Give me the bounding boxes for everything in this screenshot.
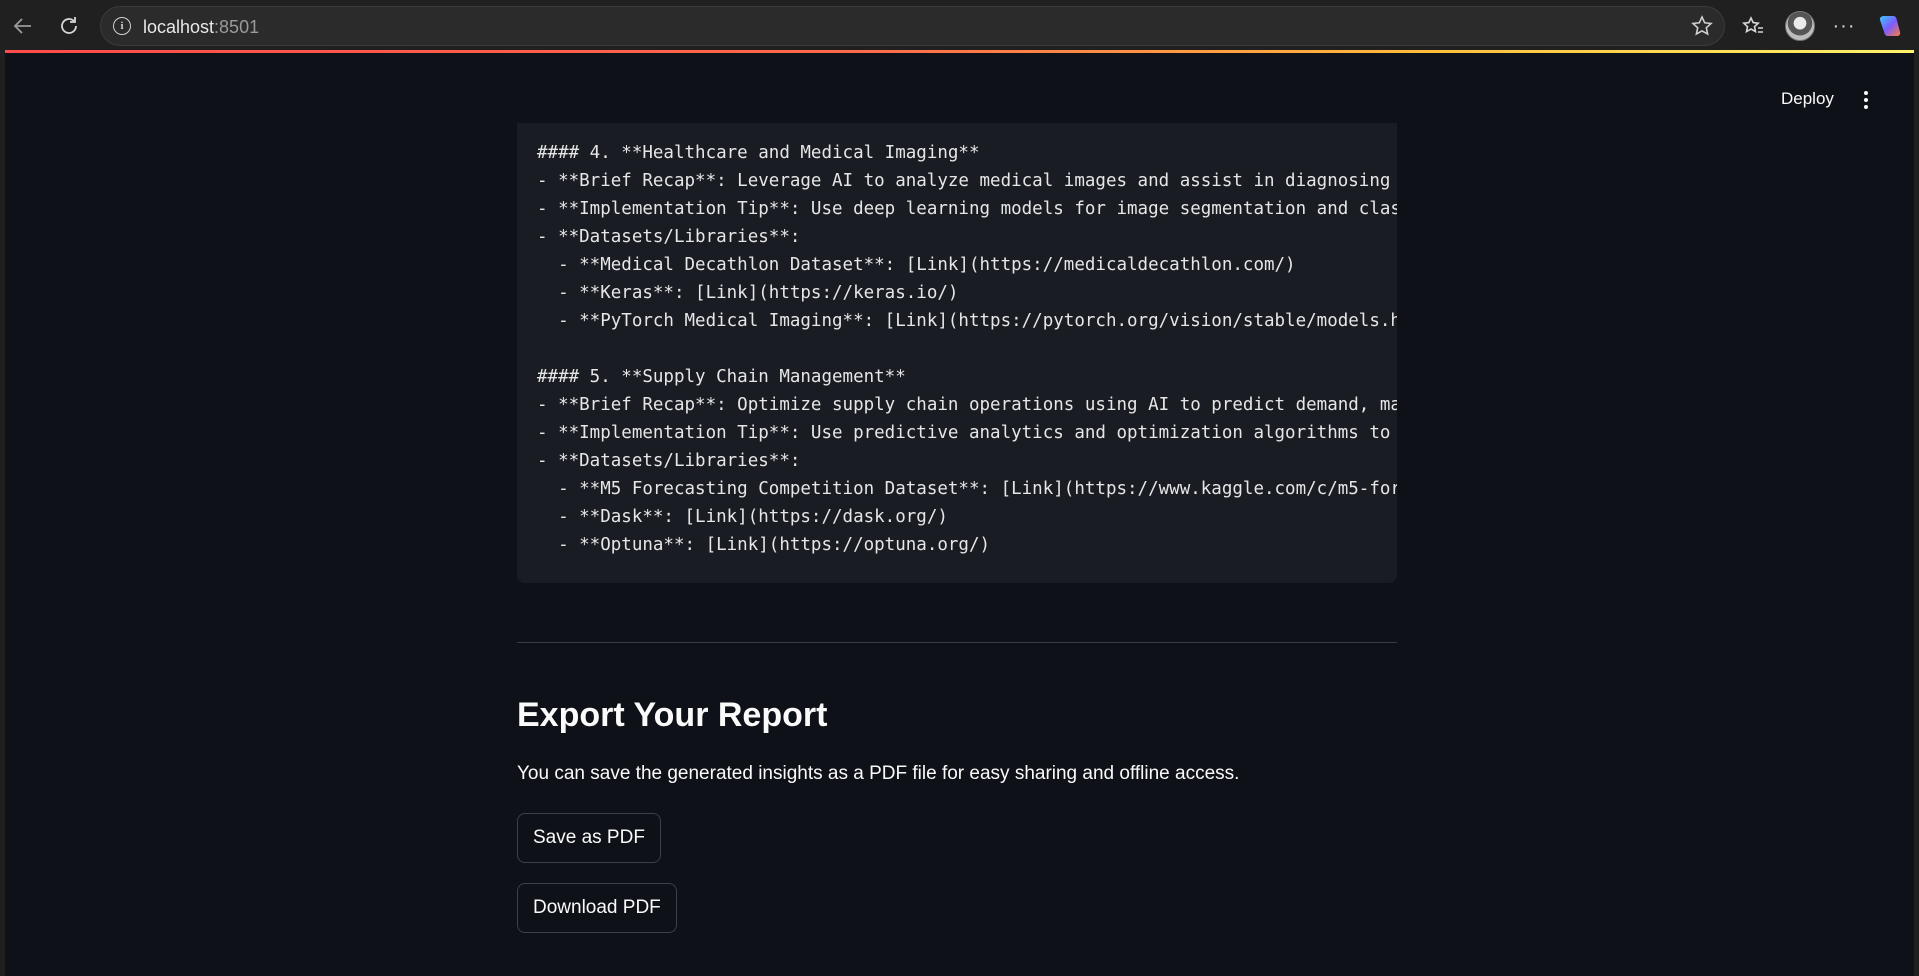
more-options-icon[interactable]: ··· — [1828, 10, 1860, 42]
code-line: - **Optuna**: [Link](https://optuna.org/… — [537, 535, 991, 555]
arrow-left-icon — [13, 18, 31, 34]
back-button[interactable] — [7, 10, 39, 42]
address-bar[interactable]: i localhost:8501 — [100, 6, 1725, 46]
profile-avatar[interactable] — [1784, 10, 1816, 42]
code-line: - **PyTorch Medical Imaging**: [Link](ht… — [537, 311, 1397, 331]
code-line: - **Implementation Tip**: Use deep learn… — [537, 199, 1397, 219]
app-main: Deploy #### 4. **Healthcare and Medical … — [5, 53, 1914, 976]
site-info-icon[interactable]: i — [113, 17, 131, 35]
url-host: localhost — [143, 17, 215, 37]
code-line: - **Datasets/Libraries**: — [537, 227, 801, 247]
url-port: :8501 — [214, 17, 260, 37]
code-line: - **Brief Recap**: Optimize supply chain… — [537, 395, 1397, 415]
code-line: #### 4. **Healthcare and Medical Imaging… — [537, 143, 980, 163]
divider — [517, 642, 1397, 643]
code-line: - **Keras**: [Link](https://keras.io/) — [537, 283, 959, 303]
avatar-image — [1785, 11, 1815, 41]
code-line: - **Medical Decathlon Dataset**: [Link](… — [537, 255, 1296, 275]
copilot-icon[interactable] — [1874, 10, 1906, 42]
code-line: - **M5 Forecasting Competition Dataset**… — [537, 479, 1397, 499]
url-text: localhost:8501 — [143, 17, 259, 38]
code-line: - **Brief Recap**: Leverage AI to analyz… — [537, 171, 1391, 191]
code-block: #### 4. **Healthcare and Medical Imaging… — [517, 123, 1397, 583]
browser-toolbar: i localhost:8501 ··· — [0, 0, 1919, 51]
download-pdf-button[interactable]: Download PDF — [517, 883, 677, 933]
code-line: - **Implementation Tip**: Use predictive… — [537, 423, 1391, 443]
section-title: Export Your Report — [517, 696, 828, 734]
deploy-button[interactable]: Deploy — [1767, 82, 1848, 116]
favorites-icon[interactable] — [1737, 10, 1769, 42]
save-as-pdf-button[interactable]: Save as PDF — [517, 813, 661, 863]
section-description: You can save the generated insights as a… — [517, 763, 1240, 784]
reload-button[interactable] — [53, 10, 85, 42]
code-line: - **Dask**: [Link](https://dask.org/) — [537, 507, 948, 527]
bookmark-star-icon[interactable] — [1690, 14, 1714, 38]
code-line: #### 5. **Supply Chain Management** — [537, 367, 906, 387]
reload-icon — [61, 17, 77, 34]
code-line: - **Datasets/Libraries**: — [537, 451, 801, 471]
main-menu-icon[interactable] — [1854, 85, 1878, 115]
